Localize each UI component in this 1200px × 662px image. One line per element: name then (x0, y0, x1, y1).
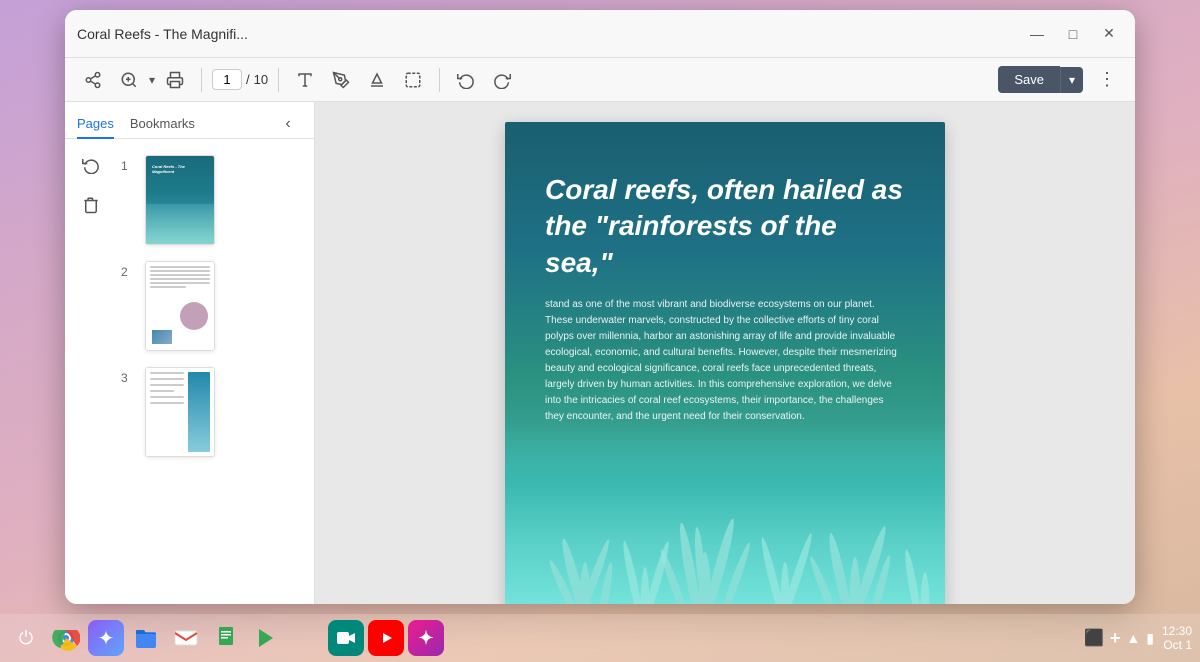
system-tray-icons: ⬛ + ▲ ▮ (1084, 628, 1154, 649)
page-number-3: 3 (121, 367, 137, 385)
slack-taskbar-icon[interactable]: ✦ (408, 620, 444, 656)
thumb-box (152, 330, 172, 344)
sidebar-collapse-button[interactable]: ‹ (274, 110, 302, 138)
delete-tool-button[interactable] (73, 187, 109, 223)
page-number-input[interactable] (212, 69, 242, 90)
zoom-button[interactable] (113, 64, 145, 96)
close-button[interactable]: ✕ (1095, 20, 1123, 48)
page-thumbnail-item-2[interactable]: 2 (109, 253, 314, 359)
pdf-cover-title: Coral reefs, often hailed as the "rainfo… (545, 172, 905, 281)
page-thumb-2 (145, 261, 215, 351)
sidebar-tools (65, 139, 109, 604)
files-taskbar-icon[interactable] (128, 620, 164, 656)
page-thumbnail-item-1[interactable]: 1 Coral Reefs - The Magnificent (109, 147, 314, 253)
gemini-taskbar-icon[interactable]: ✦ (88, 620, 124, 656)
sidebar-tabs: Pages Bookmarks ‹ (65, 102, 314, 139)
maximize-button[interactable]: □ (1059, 20, 1087, 48)
coral-svg (505, 422, 945, 604)
thumb-1-text: Coral Reefs - The Magnificent (152, 164, 208, 174)
pdf-cover-body: stand as one of the most vibrant and bio… (545, 297, 905, 425)
redo-button[interactable] (486, 64, 518, 96)
more-options-button[interactable]: ⋮ (1091, 64, 1123, 96)
pdf-cover-text: Coral reefs, often hailed as the "rainfo… (545, 172, 905, 425)
screen-cast-icon[interactable]: ⬛ (1084, 628, 1104, 648)
page-number-1: 1 (121, 155, 137, 173)
page-thumb-1: Coral Reefs - The Magnificent (145, 155, 215, 245)
page-navigation: / 10 (212, 69, 268, 90)
battery-icon[interactable]: ▮ (1146, 630, 1154, 647)
selection-tool-button[interactable] (397, 64, 429, 96)
thumb-3-image (188, 372, 210, 452)
docs-taskbar-icon[interactable] (208, 620, 244, 656)
taskbar: ⏻ ✦ (0, 614, 1200, 662)
page-thumb-3 (145, 367, 215, 457)
pdf-cover: Coral reefs, often hailed as the "rainfo… (505, 122, 945, 604)
tab-bookmarks[interactable]: Bookmarks (130, 110, 195, 139)
date-display: Oct 1 (1163, 638, 1192, 652)
pdf-window: Coral Reefs - The Magnifi... — □ ✕ ▾ / 1… (65, 10, 1135, 604)
minimize-button[interactable]: — (1023, 20, 1051, 48)
content-area: Pages Bookmarks ‹ (65, 102, 1135, 604)
taskbar-right: ⬛ + ▲ ▮ 12:30 Oct 1 (1084, 624, 1192, 653)
time-display: 12:30 (1162, 624, 1192, 638)
tab-pages[interactable]: Pages (77, 110, 114, 139)
thumb-3-text-lines (150, 372, 184, 452)
separator-2 (278, 68, 279, 92)
rotate-tool-button[interactable] (73, 147, 109, 183)
separator-1 (201, 68, 202, 92)
pdf-page-1: Coral reefs, often hailed as the "rainfo… (505, 122, 945, 604)
title-bar: Coral Reefs - The Magnifi... — □ ✕ (65, 10, 1135, 58)
document-title: Coral Reefs - The Magnifi... (77, 26, 248, 42)
page-number-2: 2 (121, 261, 137, 279)
taskbar-left: ⏻ ✦ (8, 620, 444, 656)
highlight-tool-button[interactable] (361, 64, 393, 96)
page-thumbnail-item-3[interactable]: 3 (109, 359, 314, 465)
wifi-icon[interactable]: ▲ (1126, 630, 1140, 646)
date-time-display[interactable]: 12:30 Oct 1 (1162, 624, 1192, 653)
toolbar: ▾ / 10 Save ▾ (65, 58, 1135, 102)
power-icon[interactable]: ⏻ (8, 620, 44, 656)
pen-tool-button[interactable] (325, 64, 357, 96)
photos-taskbar-icon[interactable] (288, 620, 324, 656)
undo-button[interactable] (450, 64, 482, 96)
separator-3 (439, 68, 440, 92)
coral-visual (505, 422, 945, 604)
youtube-taskbar-icon[interactable] (368, 620, 404, 656)
zoom-dropdown-arrow[interactable]: ▾ (149, 73, 155, 87)
print-button[interactable] (159, 64, 191, 96)
save-dropdown-button[interactable]: ▾ (1060, 67, 1083, 93)
save-button-group: Save ▾ (998, 66, 1083, 93)
page-total: 10 (254, 72, 268, 87)
play-taskbar-icon[interactable] (248, 620, 284, 656)
thumb-circle (180, 302, 208, 330)
pages-list: 1 Coral Reefs - The Magnificent 2 (109, 139, 314, 604)
sidebar: Pages Bookmarks ‹ (65, 102, 315, 604)
share-button[interactable] (77, 64, 109, 96)
meet-taskbar-icon[interactable] (328, 620, 364, 656)
chrome-taskbar-icon[interactable] (48, 620, 84, 656)
save-button[interactable]: Save (998, 66, 1060, 93)
text-tool-button[interactable] (289, 64, 321, 96)
pdf-viewer[interactable]: Coral reefs, often hailed as the "rainfo… (315, 102, 1135, 604)
gmail-taskbar-icon[interactable] (168, 620, 204, 656)
page-separator: / (246, 72, 250, 87)
add-icon[interactable]: + (1110, 628, 1121, 649)
